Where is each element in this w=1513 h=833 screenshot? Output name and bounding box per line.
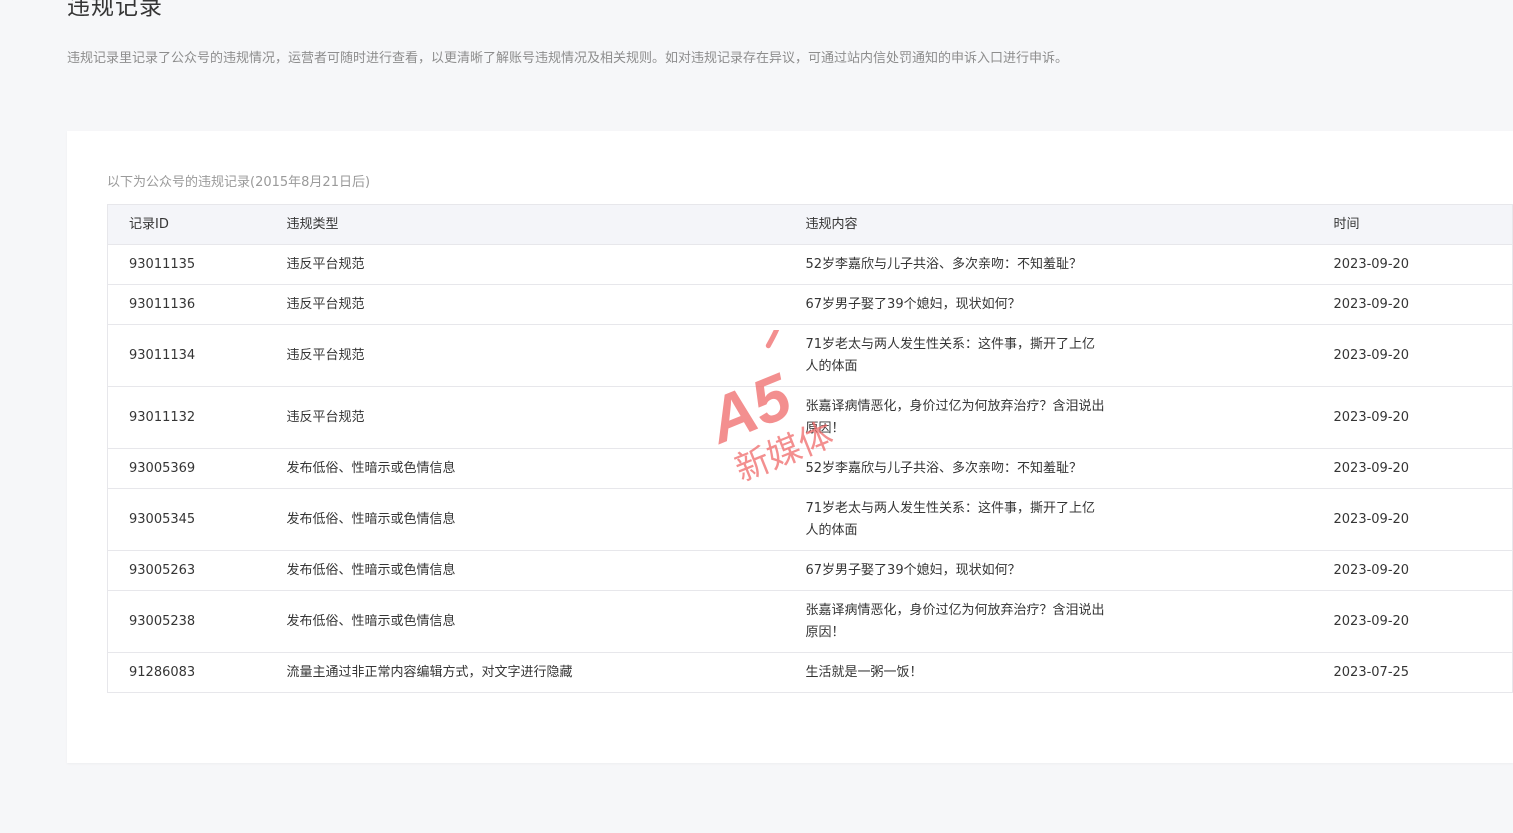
header-violation-type: 违规类型 — [286, 216, 339, 232]
table-row: 93005369 发布低俗、性暗示或色情信息 52岁李嘉欣与儿子共浴、多次亲吻：… — [107, 448, 1513, 489]
record-id: 91286083 — [129, 664, 196, 680]
violation-content-cell: 张嘉译病情恶化，身价过亿为何放弃治疗？含泪说出原因！ — [785, 387, 1313, 449]
record-time: 2023-09-20 — [1333, 256, 1410, 272]
violation-content: 52岁李嘉欣与儿子共浴、多次亲吻：不知羞耻？ — [805, 460, 1083, 476]
violation-type: 违反平台规范 — [286, 409, 365, 425]
record-time: 2023-09-20 — [1333, 562, 1410, 578]
header-record-id: 记录ID — [129, 216, 169, 232]
violation-content: 71岁老太与两人发生性关系：这件事，撕开了上亿人的体面 — [805, 500, 1096, 538]
violation-type: 发布低俗、性暗示或色情信息 — [286, 613, 456, 629]
record-id: 93005345 — [129, 511, 196, 527]
record-id: 93011135 — [129, 256, 196, 272]
record-id: 93005263 — [129, 562, 196, 578]
table-row: 93005345 发布低俗、性暗示或色情信息 71岁老太与两人发生性关系：这件事… — [107, 488, 1513, 551]
violation-content: 71岁老太与两人发生性关系：这件事，撕开了上亿人的体面 — [805, 336, 1096, 374]
violation-content: 张嘉译病情恶化，身价过亿为何放弃治疗？含泪说出原因！ — [805, 602, 1105, 640]
table-header-row: 记录ID 违规类型 违规内容 时间 — [107, 204, 1513, 245]
violation-type: 发布低俗、性暗示或色情信息 — [286, 511, 456, 527]
record-id: 93011132 — [129, 409, 196, 425]
records-caption: 以下为公众号的违规记录(2015年8月21日后) — [107, 175, 371, 190]
records-card: 以下为公众号的违规记录(2015年8月21日后) 记录ID 违规类型 违规内容 … — [67, 131, 1513, 763]
table-row: 91286083 流量主通过非正常内容编辑方式，对文字进行隐藏 生活就是一粥一饭… — [107, 652, 1513, 693]
record-time: 2023-09-20 — [1333, 409, 1410, 425]
table-row: 93011132 违反平台规范 张嘉译病情恶化，身价过亿为何放弃治疗？含泪说出原… — [107, 386, 1513, 449]
violation-content-cell: 71岁老太与两人发生性关系：这件事，撕开了上亿人的体面 — [785, 325, 1313, 387]
violation-content-cell: 71岁老太与两人发生性关系：这件事，撕开了上亿人的体面 — [785, 489, 1313, 551]
record-time: 2023-09-20 — [1333, 511, 1410, 527]
violation-type: 发布低俗、性暗示或色情信息 — [286, 562, 456, 578]
violation-content: 52岁李嘉欣与儿子共浴、多次亲吻：不知羞耻？ — [805, 256, 1083, 272]
record-time: 2023-09-20 — [1333, 460, 1410, 476]
page-title: 违规记录 — [67, 0, 163, 20]
record-time: 2023-09-20 — [1333, 613, 1410, 629]
violation-content: 67岁男子娶了39个媳妇，现状如何？ — [805, 562, 1021, 578]
violation-content-cell: 生活就是一粥一饭！ — [785, 653, 1313, 693]
record-time: 2023-09-20 — [1333, 296, 1410, 312]
table-row: 93011134 违反平台规范 71岁老太与两人发生性关系：这件事，撕开了上亿人… — [107, 324, 1513, 387]
record-id: 93011134 — [129, 347, 196, 363]
violation-type: 发布低俗、性暗示或色情信息 — [286, 460, 456, 476]
page-description: 违规记录里记录了公众号的违规情况，运营者可随时进行查看，以更清晰了解账号违规情况… — [67, 51, 1069, 66]
table-row: 93011135 违反平台规范 52岁李嘉欣与儿子共浴、多次亲吻：不知羞耻？ 2… — [107, 244, 1513, 285]
violation-content: 67岁男子娶了39个媳妇，现状如何？ — [805, 296, 1021, 312]
record-id: 93011136 — [129, 296, 196, 312]
table-row: 93005238 发布低俗、性暗示或色情信息 张嘉译病情恶化，身价过亿为何放弃治… — [107, 590, 1513, 653]
violation-content-cell: 52岁李嘉欣与儿子共浴、多次亲吻：不知羞耻？ — [785, 449, 1313, 489]
table-row: 93005263 发布低俗、性暗示或色情信息 67岁男子娶了39个媳妇，现状如何… — [107, 550, 1513, 591]
record-time: 2023-07-25 — [1333, 664, 1410, 680]
header-violation-content: 违规内容 — [805, 216, 858, 232]
violation-type: 违反平台规范 — [286, 296, 365, 312]
violation-content-cell: 张嘉译病情恶化，身价过亿为何放弃治疗？含泪说出原因！ — [785, 591, 1313, 653]
violation-content-cell: 52岁李嘉欣与儿子共浴、多次亲吻：不知羞耻？ — [785, 245, 1313, 285]
table-row: 93011136 违反平台规范 67岁男子娶了39个媳妇，现状如何？ 2023-… — [107, 284, 1513, 325]
violation-content-cell: 67岁男子娶了39个媳妇，现状如何？ — [785, 551, 1313, 591]
record-id: 93005238 — [129, 613, 196, 629]
violation-type: 流量主通过非正常内容编辑方式，对文字进行隐藏 — [286, 664, 573, 680]
violation-type: 违反平台规范 — [286, 347, 365, 363]
violation-records-table: 记录ID 违规类型 违规内容 时间 93011135 违反平台规范 52岁李嘉欣… — [107, 204, 1513, 693]
violation-content: 生活就是一粥一饭！ — [805, 664, 923, 680]
violation-content: 张嘉译病情恶化，身价过亿为何放弃治疗？含泪说出原因！ — [805, 398, 1105, 436]
violation-content-cell: 67岁男子娶了39个媳妇，现状如何？ — [785, 285, 1313, 325]
header-time: 时间 — [1333, 216, 1360, 232]
record-id: 93005369 — [129, 460, 196, 476]
violation-type: 违反平台规范 — [286, 256, 365, 272]
record-time: 2023-09-20 — [1333, 347, 1410, 363]
